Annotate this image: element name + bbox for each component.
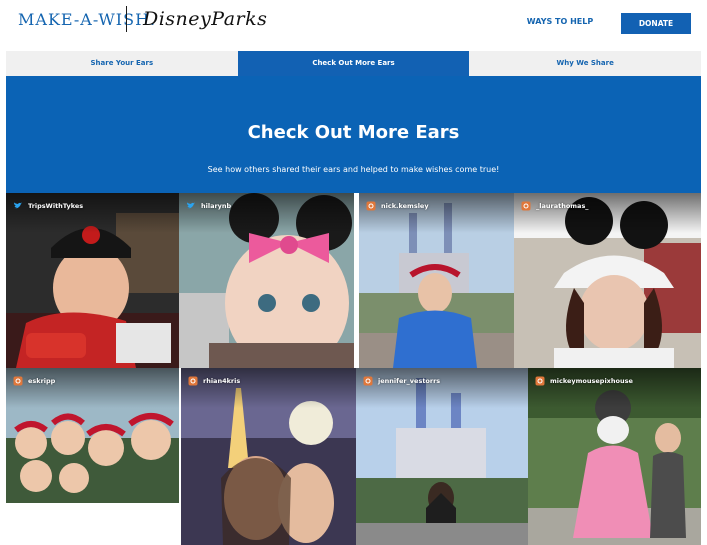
photo-shade	[179, 193, 354, 233]
photo-tile[interactable]: hilarynb	[179, 193, 354, 368]
username: jennifer_vestorrs	[378, 377, 441, 385]
photo-tile[interactable]: rhian4kris	[181, 368, 356, 545]
ways-to-help-link[interactable]: WAYS TO HELP	[518, 12, 602, 32]
photo-shade	[6, 193, 179, 233]
page-subtitle: See how others shared their ears and hel…	[207, 165, 500, 174]
username: eskripp	[28, 377, 56, 385]
post-author: hilarynb	[186, 201, 231, 211]
photo-tile[interactable]: _laurathomas_	[514, 193, 701, 368]
photo-shade	[514, 193, 701, 233]
disney-parks-logo[interactable]: DisneyParks	[143, 8, 267, 30]
photo-grid: TripsWithTykes hilarynb nick.kemsley _la…	[6, 193, 701, 545]
username: TripsWithTykes	[28, 202, 84, 210]
photo-shade	[6, 368, 179, 408]
instagram-icon	[521, 201, 531, 211]
username: rhian4kris	[203, 377, 241, 385]
logo-divider	[126, 6, 127, 32]
instagram-icon	[366, 201, 376, 211]
post-author: mickeymousepixhouse	[535, 376, 633, 386]
twitter-icon	[14, 202, 22, 209]
instagram-icon	[535, 376, 545, 386]
post-author: nick.kemsley	[366, 201, 429, 211]
username: nick.kemsley	[381, 202, 429, 210]
post-author: rhian4kris	[188, 376, 240, 386]
username: mickeymousepixhouse	[550, 377, 633, 385]
photo-shade	[359, 193, 514, 233]
photo-shade	[528, 368, 701, 408]
post-author: jennifer_vestorrs	[363, 376, 440, 386]
photo-tile[interactable]: mickeymousepixhouse	[528, 368, 701, 545]
instagram-icon	[13, 376, 23, 386]
tab-check-out-more-ears[interactable]: Check Out More Ears	[237, 51, 470, 76]
post-author: eskripp	[13, 376, 55, 386]
post-author: TripsWithTykes	[13, 201, 83, 211]
post-author: _laurathomas_	[521, 201, 589, 211]
photo-tile[interactable]: TripsWithTykes	[6, 193, 179, 368]
section-tabs: Share Your Ears Check Out More Ears Why …	[6, 51, 702, 76]
photo-shade	[181, 368, 356, 408]
instagram-icon	[188, 376, 198, 386]
tab-why-we-share[interactable]: Why We Share	[469, 51, 702, 76]
photo-shade	[356, 368, 528, 408]
username: _laurathomas_	[536, 202, 589, 210]
site-header: MAKE-A-WISH. DisneyParks WAYS TO HELP DO…	[0, 0, 707, 50]
username: hilarynb	[201, 202, 232, 210]
instagram-icon	[363, 376, 373, 386]
photo-tile[interactable]: eskripp	[6, 368, 179, 503]
page-title: Check Out More Ears	[247, 122, 460, 143]
hero-banner: Check Out More Ears See how others share…	[6, 76, 701, 193]
make-a-wish-logo[interactable]: MAKE-A-WISH.	[18, 10, 156, 29]
photo-tile[interactable]: jennifer_vestorrs	[356, 368, 528, 545]
photo-tile[interactable]: nick.kemsley	[359, 193, 514, 368]
twitter-icon	[187, 202, 195, 209]
tab-share-your-ears[interactable]: Share Your Ears	[6, 51, 238, 76]
donate-button[interactable]: DONATE	[621, 13, 691, 34]
